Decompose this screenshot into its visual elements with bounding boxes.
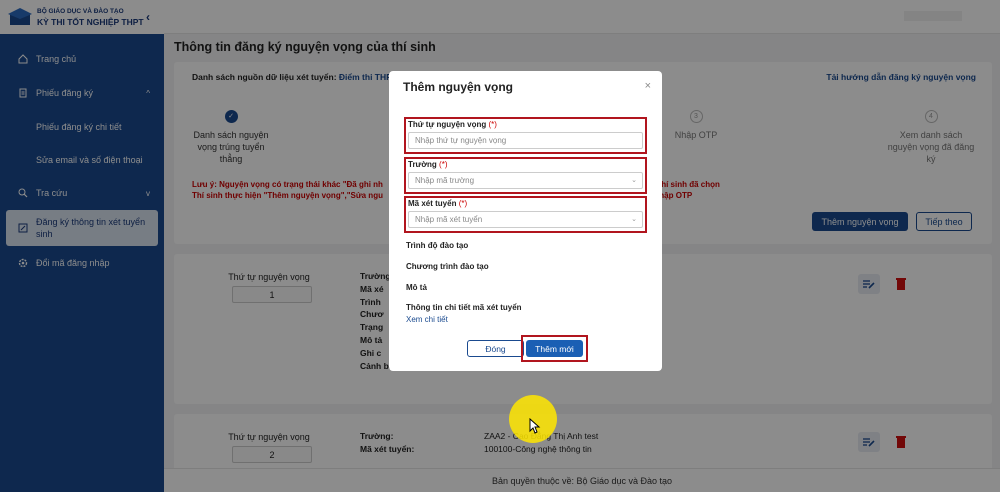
view-detail-link[interactable]: Xem chi tiết [406,315,448,324]
order-field-label: Thứ tự nguyện vọng (*) [408,120,497,129]
school-field-group: Trường (*) Nhập mã trường ⌄ [404,157,647,194]
code-placeholder: Nhập mã xét tuyển [415,215,483,224]
training-level-label: Trình độ đào tạo [406,241,469,250]
school-placeholder: Nhập mã trường [415,176,475,185]
code-select[interactable]: Nhập mã xét tuyển ⌄ [408,211,643,228]
code-field-group: Mã xét tuyển (*) Nhập mã xét tuyển ⌄ [404,196,647,233]
order-field-group: Thứ tự nguyện vọng (*) Nhập thứ tự nguyệ… [404,117,647,154]
add-new-button[interactable]: Thêm mới [526,340,583,357]
add-button-highlight: Thêm mới [521,335,588,362]
modal-title: Thêm nguyện vọng [403,80,514,94]
chevron-down-icon: ⌄ [631,177,637,184]
add-preference-modal: Thêm nguyện vọng × Thứ tự nguyện vọng (*… [389,71,662,371]
code-field-label: Mã xét tuyển (*) [408,199,468,208]
description-label: Mô tả [406,283,427,292]
training-program-label: Chương trình đào tạo [406,262,489,271]
close-icon[interactable]: × [645,80,651,92]
school-field-label: Trường (*) [408,160,448,169]
mouse-pointer-icon [529,418,541,434]
order-placeholder: Nhập thứ tự nguyện vọng [415,136,507,145]
chevron-down-icon: ⌄ [631,216,637,223]
close-button[interactable]: Đóng [467,340,524,357]
code-detail-label: Thông tin chi tiết mã xét tuyển [406,303,522,312]
order-input[interactable]: Nhập thứ tự nguyện vọng [408,132,643,149]
school-select[interactable]: Nhập mã trường ⌄ [408,172,643,189]
